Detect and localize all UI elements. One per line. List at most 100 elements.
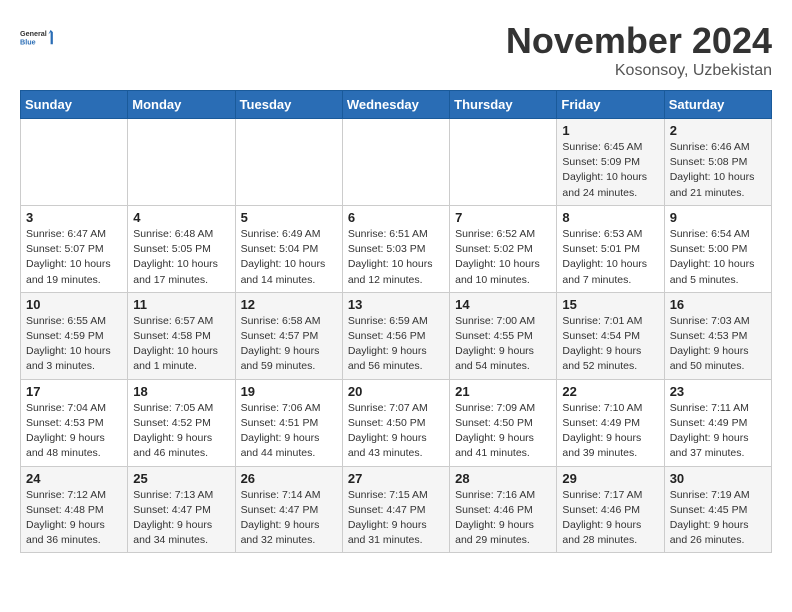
day-info: Sunrise: 7:03 AM Sunset: 4:53 PM Dayligh… bbox=[670, 314, 766, 375]
day-info: Sunrise: 6:48 AM Sunset: 5:05 PM Dayligh… bbox=[133, 227, 229, 288]
calendar-cell: 22 Sunrise: 7:10 AM Sunset: 4:49 PM Dayli… bbox=[557, 379, 664, 466]
day-info: Sunrise: 7:10 AM Sunset: 4:49 PM Dayligh… bbox=[562, 401, 658, 462]
day-info: Sunrise: 7:06 AM Sunset: 4:51 PM Dayligh… bbox=[241, 401, 337, 462]
calendar-cell: 5 Sunrise: 6:49 AM Sunset: 5:04 PM Daylig… bbox=[235, 205, 342, 292]
day-info: Sunrise: 7:01 AM Sunset: 4:54 PM Dayligh… bbox=[562, 314, 658, 375]
day-info: Sunrise: 7:15 AM Sunset: 4:47 PM Dayligh… bbox=[348, 488, 444, 549]
weekday-header: Wednesday bbox=[342, 91, 449, 119]
day-info: Sunrise: 7:17 AM Sunset: 4:46 PM Dayligh… bbox=[562, 488, 658, 549]
month-title: November 2024 bbox=[506, 20, 772, 62]
calendar-cell: 9 Sunrise: 6:54 AM Sunset: 5:00 PM Daylig… bbox=[664, 205, 771, 292]
calendar-cell: 14 Sunrise: 7:00 AM Sunset: 4:55 PM Dayli… bbox=[450, 292, 557, 379]
day-info: Sunrise: 6:59 AM Sunset: 4:56 PM Dayligh… bbox=[348, 314, 444, 375]
calendar-cell: 25Sunrise: 7:13 AM Sunset: 4:47 PM Dayli… bbox=[128, 466, 235, 553]
calendar-cell bbox=[21, 119, 128, 206]
day-number: 9 bbox=[670, 210, 766, 225]
calendar-week-row: 17 Sunrise: 7:04 AM Sunset: 4:53 PM Dayli… bbox=[21, 379, 772, 466]
day-info: Sunrise: 7:04 AM Sunset: 4:53 PM Dayligh… bbox=[26, 401, 122, 462]
day-info: Sunrise: 6:53 AM Sunset: 5:01 PM Dayligh… bbox=[562, 227, 658, 288]
calendar-cell bbox=[235, 119, 342, 206]
day-number: 6 bbox=[348, 210, 444, 225]
day-number: 27 bbox=[348, 471, 444, 486]
day-info: Sunrise: 7:12 AM Sunset: 4:48 PM Dayligh… bbox=[26, 488, 122, 549]
calendar-cell: 28Sunrise: 7:16 AM Sunset: 4:46 PM Dayli… bbox=[450, 466, 557, 553]
calendar-cell: 13 Sunrise: 6:59 AM Sunset: 4:56 PM Dayli… bbox=[342, 292, 449, 379]
day-number: 4 bbox=[133, 210, 229, 225]
day-number: 16 bbox=[670, 297, 766, 312]
calendar-cell: 15 Sunrise: 7:01 AM Sunset: 4:54 PM Dayli… bbox=[557, 292, 664, 379]
calendar-cell: 11 Sunrise: 6:57 AM Sunset: 4:58 PM Dayli… bbox=[128, 292, 235, 379]
calendar-cell: 12Sunrise: 6:58 AM Sunset: 4:57 PM Dayli… bbox=[235, 292, 342, 379]
day-number: 30 bbox=[670, 471, 766, 486]
day-info: Sunrise: 6:45 AM Sunset: 5:09 PM Dayligh… bbox=[562, 140, 658, 201]
weekday-header: Tuesday bbox=[235, 91, 342, 119]
day-info: Sunrise: 7:13 AM Sunset: 4:47 PM Dayligh… bbox=[133, 488, 229, 549]
day-number: 12 bbox=[241, 297, 337, 312]
calendar-cell: 8 Sunrise: 6:53 AM Sunset: 5:01 PM Daylig… bbox=[557, 205, 664, 292]
page-header: GeneralBlue November 2024 Kosonsoy, Uzbe… bbox=[20, 20, 772, 80]
day-info: Sunrise: 6:46 AM Sunset: 5:08 PM Dayligh… bbox=[670, 140, 766, 201]
calendar-body: 1 Sunrise: 6:45 AM Sunset: 5:09 PM Daylig… bbox=[21, 119, 772, 553]
day-info: Sunrise: 7:19 AM Sunset: 4:45 PM Dayligh… bbox=[670, 488, 766, 549]
calendar-cell: 16 Sunrise: 7:03 AM Sunset: 4:53 PM Dayli… bbox=[664, 292, 771, 379]
day-number: 2 bbox=[670, 123, 766, 138]
day-number: 19 bbox=[241, 384, 337, 399]
day-number: 7 bbox=[455, 210, 551, 225]
day-number: 5 bbox=[241, 210, 337, 225]
calendar-cell: 29Sunrise: 7:17 AM Sunset: 4:46 PM Dayli… bbox=[557, 466, 664, 553]
weekday-header: Saturday bbox=[664, 91, 771, 119]
day-number: 11 bbox=[133, 297, 229, 312]
day-number: 18 bbox=[133, 384, 229, 399]
calendar-week-row: 3 Sunrise: 6:47 AM Sunset: 5:07 PM Daylig… bbox=[21, 205, 772, 292]
logo: GeneralBlue bbox=[20, 20, 56, 56]
day-info: Sunrise: 7:00 AM Sunset: 4:55 PM Dayligh… bbox=[455, 314, 551, 375]
calendar-cell: 26 Sunrise: 7:14 AM Sunset: 4:47 PM Dayli… bbox=[235, 466, 342, 553]
day-info: Sunrise: 7:09 AM Sunset: 4:50 PM Dayligh… bbox=[455, 401, 551, 462]
title-block: November 2024 Kosonsoy, Uzbekistan bbox=[506, 20, 772, 80]
day-number: 17 bbox=[26, 384, 122, 399]
calendar-cell: 7 Sunrise: 6:52 AM Sunset: 5:02 PM Daylig… bbox=[450, 205, 557, 292]
day-number: 28 bbox=[455, 471, 551, 486]
day-number: 24 bbox=[26, 471, 122, 486]
calendar-cell: 23 Sunrise: 7:11 AM Sunset: 4:49 PM Dayli… bbox=[664, 379, 771, 466]
weekday-header: Monday bbox=[128, 91, 235, 119]
day-info: Sunrise: 7:07 AM Sunset: 4:50 PM Dayligh… bbox=[348, 401, 444, 462]
day-number: 22 bbox=[562, 384, 658, 399]
weekday-header: Thursday bbox=[450, 91, 557, 119]
calendar-cell: 21 Sunrise: 7:09 AM Sunset: 4:50 PM Dayli… bbox=[450, 379, 557, 466]
day-info: Sunrise: 6:47 AM Sunset: 5:07 PM Dayligh… bbox=[26, 227, 122, 288]
calendar-table: SundayMondayTuesdayWednesdayThursdayFrid… bbox=[20, 90, 772, 553]
calendar-week-row: 24 Sunrise: 7:12 AM Sunset: 4:48 PM Dayli… bbox=[21, 466, 772, 553]
day-info: Sunrise: 7:05 AM Sunset: 4:52 PM Dayligh… bbox=[133, 401, 229, 462]
day-info: Sunrise: 7:11 AM Sunset: 4:49 PM Dayligh… bbox=[670, 401, 766, 462]
day-number: 21 bbox=[455, 384, 551, 399]
location: Kosonsoy, Uzbekistan bbox=[506, 62, 772, 80]
day-number: 8 bbox=[562, 210, 658, 225]
logo-icon: GeneralBlue bbox=[20, 20, 56, 56]
day-number: 14 bbox=[455, 297, 551, 312]
day-number: 26 bbox=[241, 471, 337, 486]
day-info: Sunrise: 6:49 AM Sunset: 5:04 PM Dayligh… bbox=[241, 227, 337, 288]
day-info: Sunrise: 7:14 AM Sunset: 4:47 PM Dayligh… bbox=[241, 488, 337, 549]
weekday-header: Friday bbox=[557, 91, 664, 119]
calendar-cell: 4 Sunrise: 6:48 AM Sunset: 5:05 PM Daylig… bbox=[128, 205, 235, 292]
day-number: 1 bbox=[562, 123, 658, 138]
calendar-cell: 19 Sunrise: 7:06 AM Sunset: 4:51 PM Dayli… bbox=[235, 379, 342, 466]
calendar-cell bbox=[128, 119, 235, 206]
day-number: 13 bbox=[348, 297, 444, 312]
day-number: 15 bbox=[562, 297, 658, 312]
day-info: Sunrise: 6:51 AM Sunset: 5:03 PM Dayligh… bbox=[348, 227, 444, 288]
calendar-cell: 1 Sunrise: 6:45 AM Sunset: 5:09 PM Daylig… bbox=[557, 119, 664, 206]
day-number: 3 bbox=[26, 210, 122, 225]
day-info: Sunrise: 6:54 AM Sunset: 5:00 PM Dayligh… bbox=[670, 227, 766, 288]
day-number: 23 bbox=[670, 384, 766, 399]
calendar-cell bbox=[342, 119, 449, 206]
calendar-cell: 24 Sunrise: 7:12 AM Sunset: 4:48 PM Dayli… bbox=[21, 466, 128, 553]
day-info: Sunrise: 6:57 AM Sunset: 4:58 PM Dayligh… bbox=[133, 314, 229, 375]
svg-text:Blue: Blue bbox=[20, 37, 36, 46]
day-info: Sunrise: 6:52 AM Sunset: 5:02 PM Dayligh… bbox=[455, 227, 551, 288]
calendar-week-row: 10Sunrise: 6:55 AM Sunset: 4:59 PM Dayli… bbox=[21, 292, 772, 379]
day-info: Sunrise: 6:55 AM Sunset: 4:59 PM Dayligh… bbox=[26, 314, 122, 375]
calendar-week-row: 1 Sunrise: 6:45 AM Sunset: 5:09 PM Daylig… bbox=[21, 119, 772, 206]
calendar-cell: 30 Sunrise: 7:19 AM Sunset: 4:45 PM Dayli… bbox=[664, 466, 771, 553]
